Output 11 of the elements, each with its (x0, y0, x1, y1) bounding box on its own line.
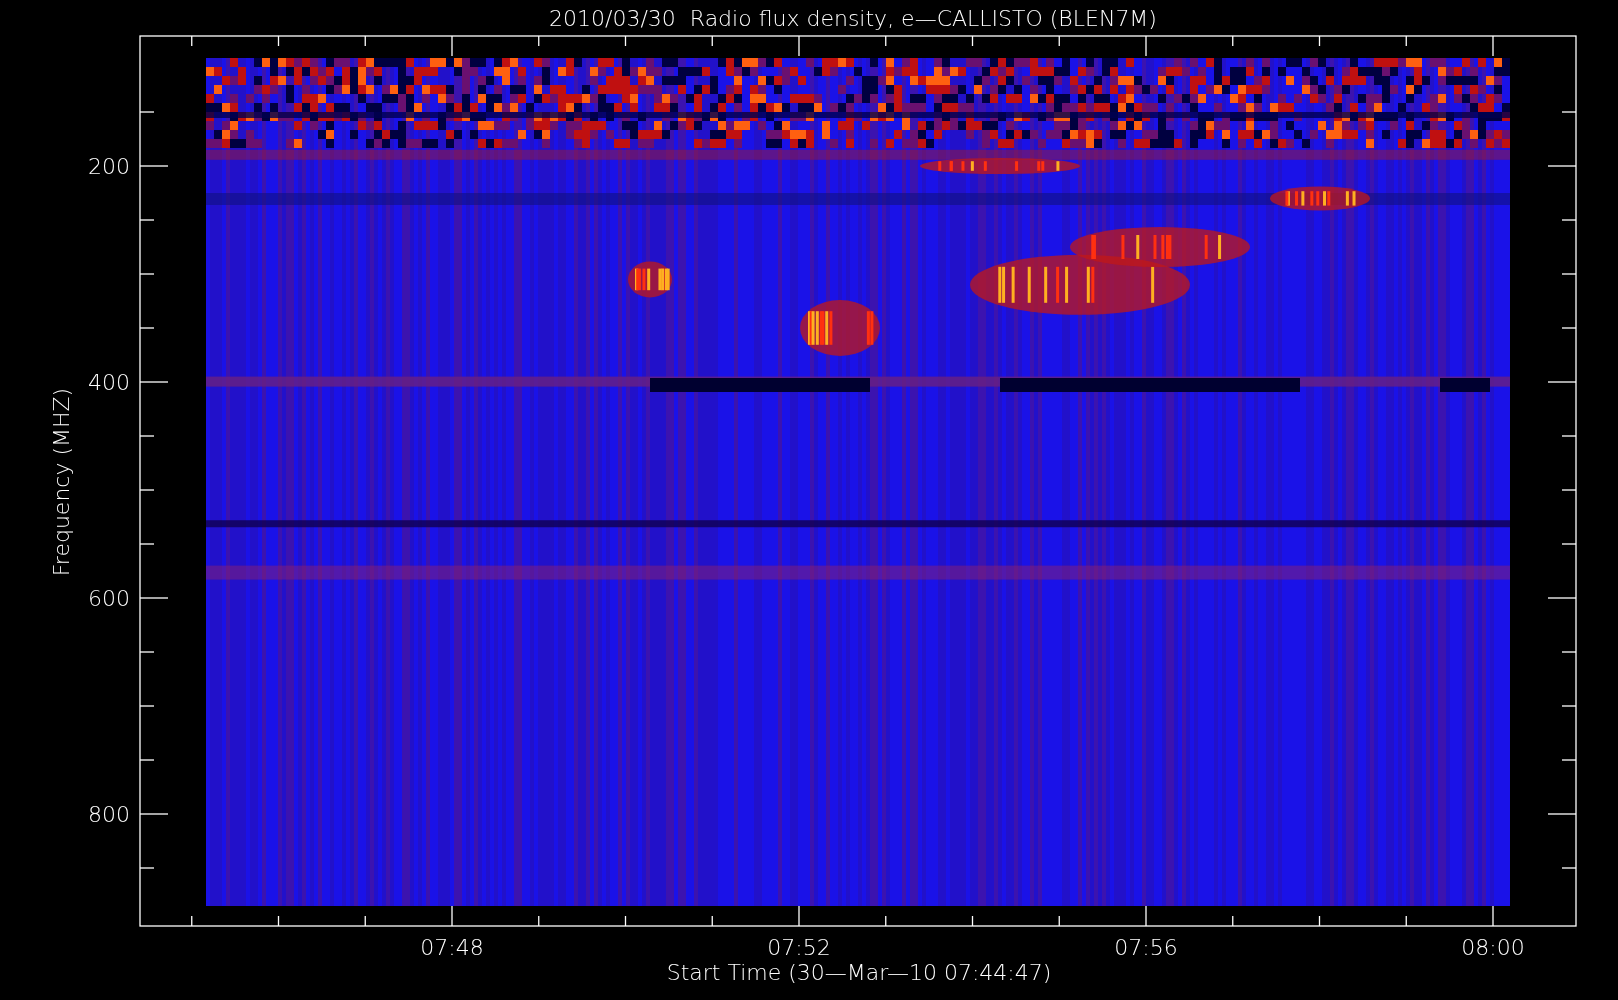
y-axis-label: Frequency (MHZ) (49, 387, 74, 577)
x-axis-label: Start Time (30—Mar—10 07:44:47) (666, 960, 1052, 985)
x-tick-label: 08:00 (1461, 935, 1525, 960)
plot-title: 2010/03/30 Radio flux density, e—CALLISTO (BLEN7M) (549, 6, 1157, 31)
y-tick-label: 800 (88, 802, 130, 827)
y-tick-label: 200 (88, 154, 130, 179)
x-tick-label: 07:52 (767, 935, 831, 960)
x-tick-label: 07:56 (1114, 935, 1178, 960)
y-tick-label: 400 (88, 370, 130, 395)
y-tick-label: 600 (88, 586, 130, 611)
x-tick-label: 07:48 (420, 935, 484, 960)
